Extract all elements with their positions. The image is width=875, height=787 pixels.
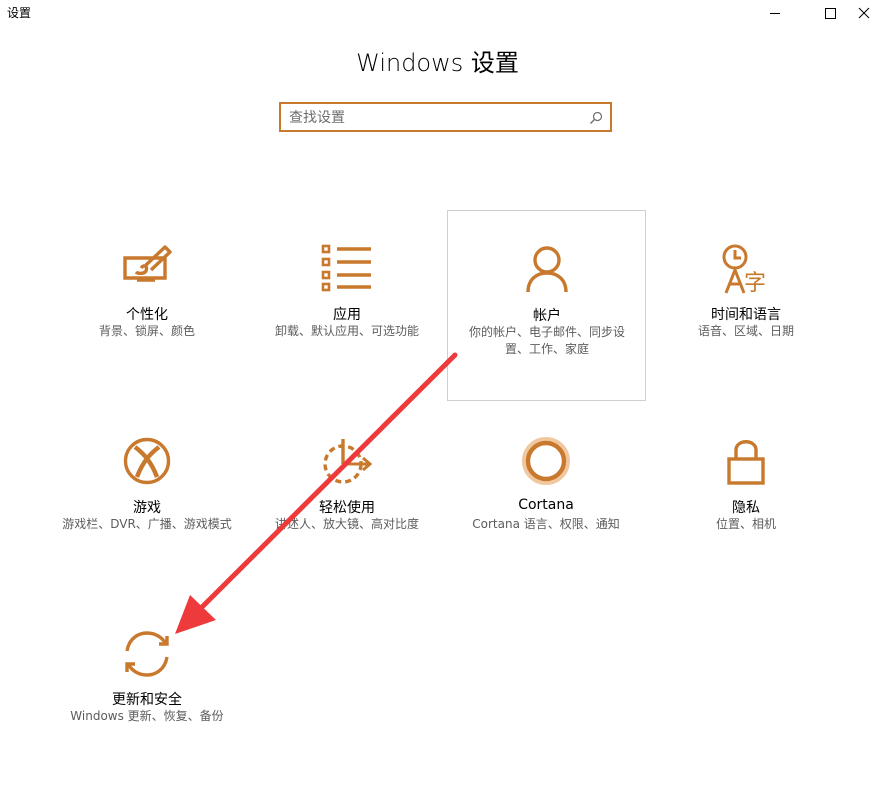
tile-cortana[interactable]: Cortana Cortana 语言、权限、通知 <box>447 405 645 595</box>
tile-name: 时间和语言 <box>711 307 781 323</box>
person-icon <box>526 246 568 293</box>
tile-name: 游戏 <box>133 500 161 516</box>
time-language-icon: 字 <box>722 244 766 296</box>
cortana-icon <box>522 437 570 485</box>
ease-of-access-icon <box>323 439 373 484</box>
tile-time-language[interactable]: 字 时间和语言 语音、区域、日期 <box>647 212 845 402</box>
minimize-button[interactable] <box>752 0 798 26</box>
page-title: Windows 设置 <box>356 49 519 77</box>
tile-name: Cortana <box>518 497 574 513</box>
tile-name: 轻松使用 <box>319 500 375 516</box>
tile-gaming[interactable]: 游戏 游戏栏、DVR、广播、游戏模式 <box>48 405 246 595</box>
tile-name: 帐户 <box>533 308 561 324</box>
apps-list-icon <box>321 244 371 292</box>
tile-description: 卸载、默认应用、可选功能 <box>274 324 419 338</box>
tile-description: 你的帐户、电子邮件、同步设置、工作、家庭 <box>468 325 625 356</box>
paint-brush-icon <box>123 245 172 282</box>
tile-description: 讲述人、放大镜、高对比度 <box>274 517 419 531</box>
search-input[interactable] <box>289 108 579 128</box>
tile-name: 更新和安全 <box>112 692 182 708</box>
tile-apps[interactable]: 应用 卸载、默认应用、可选功能 <box>248 212 446 402</box>
tile-name: 个性化 <box>126 307 168 323</box>
tile-description: 语音、区域、日期 <box>697 324 794 338</box>
tile-accounts[interactable]: 帐户 你的帐户、电子邮件、同步设置、工作、家庭 <box>447 210 646 401</box>
maximize-button[interactable] <box>807 0 853 26</box>
tile-name: 隐私 <box>732 500 760 516</box>
tile-description: 游戏栏、DVR、广播、游戏模式 <box>62 517 232 531</box>
maximize-icon <box>824 7 836 19</box>
svg-text:字: 字 <box>744 271 766 296</box>
search-icon[interactable] <box>588 110 604 126</box>
window-title: 设置 <box>7 6 32 20</box>
lock-icon <box>727 440 765 485</box>
title-bar: 设置 <box>0 0 875 26</box>
tile-update-security[interactable]: 更新和安全 Windows 更新、恢复、备份 <box>48 597 246 787</box>
minimize-icon <box>770 12 780 14</box>
close-icon <box>858 7 869 19</box>
tile-privacy[interactable]: 隐私 位置、相机 <box>647 405 845 595</box>
close-button[interactable] <box>852 0 875 26</box>
sync-icon <box>125 631 169 677</box>
tile-personalization[interactable]: 个性化 背景、锁屏、颜色 <box>48 212 246 402</box>
tile-description: 位置、相机 <box>715 517 776 531</box>
tile-ease-of-access[interactable]: 轻松使用 讲述人、放大镜、高对比度 <box>248 405 446 595</box>
tile-name: 应用 <box>333 307 361 323</box>
tile-description: Windows 更新、恢复、备份 <box>70 709 224 723</box>
tile-description: 背景、锁屏、颜色 <box>98 324 195 338</box>
xbox-icon <box>123 437 171 485</box>
tile-description: Cortana 语言、权限、通知 <box>472 517 620 531</box>
search-box[interactable] <box>279 102 612 132</box>
